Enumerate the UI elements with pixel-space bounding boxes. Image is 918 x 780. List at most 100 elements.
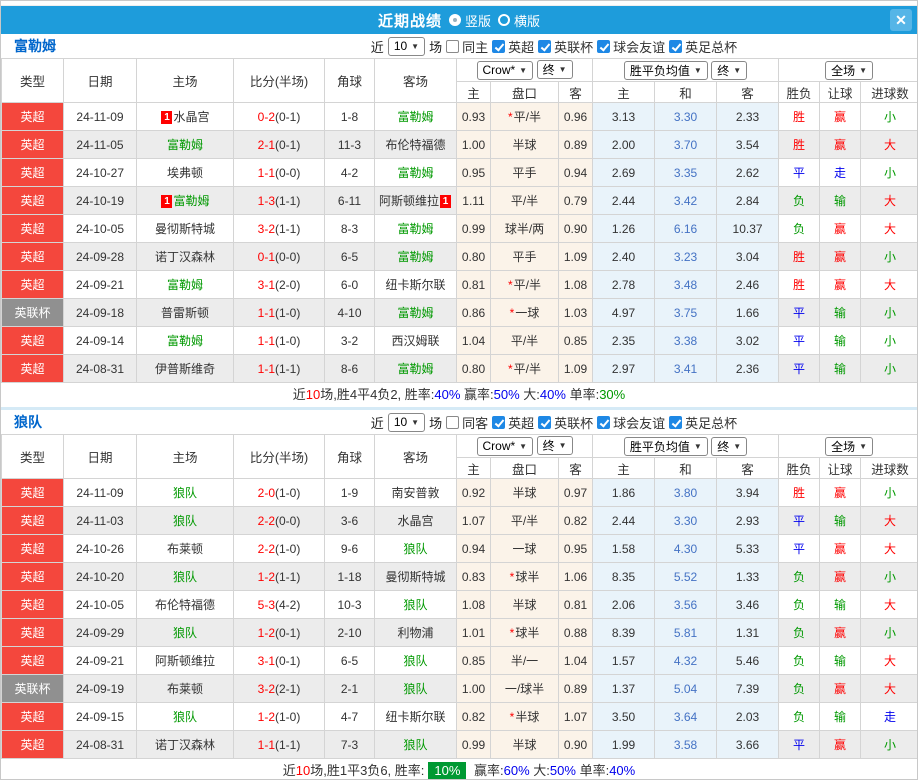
odds-home: 0.95 [456,158,491,187]
star-mark: * [509,570,515,584]
competition-checkbox[interactable]: 英联杯 [538,413,593,432]
corner-count: 8-3 [324,214,375,243]
match-date: 24-10-19 [63,186,137,215]
home-team: 阿斯顿维拉 [136,646,234,675]
match-date: 24-09-28 [63,242,137,271]
odds-handicap: 半/一 [490,646,559,675]
avg-metric-select[interactable]: 胜平负均值 ▼ [623,436,708,456]
odds-stage-select[interactable]: 终 ▼ [536,436,573,456]
home-team: 伊普斯维奇 [136,354,234,383]
avg-draw: 3.75 [654,298,718,327]
fulltime-score: 1-1 [257,361,275,376]
match-date: 24-09-21 [63,270,137,299]
odds-stage-select[interactable]: 终 ▼ [536,60,573,80]
halftime-score: (1-0) [275,305,301,320]
column-header: 胜负 [778,457,821,479]
checkbox-icon [597,39,611,53]
match-type-badge: 英超 [1,534,64,563]
home-team: 曼彻斯特城 [136,214,234,243]
avg-home: 1.26 [592,214,656,243]
layout-radio-horizontal-label: 横版 [514,13,541,29]
odds-away: 1.04 [557,646,594,675]
scope-select[interactable]: 全场 ▼ [825,436,874,456]
corner-count: 9-6 [324,534,375,563]
fulltime-score: 3-2 [257,681,275,696]
result-wdl: 胜 [778,242,821,271]
match-date: 24-09-18 [63,298,137,327]
match-count-select[interactable]: 10 ▼ [387,36,426,56]
away-team: 南安普敦 [374,478,457,507]
layout-radio-vertical[interactable]: 竖版 [448,11,491,30]
competition-checkbox[interactable]: 球会友谊 [597,37,665,56]
result-handicap: 输 [819,186,862,215]
scope-select[interactable]: 全场 ▼ [825,60,874,80]
odds-handicap: *平/半 [490,102,559,131]
star-mark: * [507,362,513,376]
avg-metric-select[interactable]: 胜平负均值 ▼ [623,60,708,80]
match-type-badge: 英超 [1,102,64,131]
avg-group-header: 胜平负均值 ▼ 终 ▼ [592,58,780,82]
avg-home: 2.40 [592,242,656,271]
same-venue-checkbox[interactable]: 同客 [446,413,488,432]
match-row: 英超 24-08-31 诺丁汉森林 1-1(1-1) 7-3 狼队 0.99 半球 0.90 1.… [1,730,917,759]
result-handicap: 赢 [819,534,862,563]
result-wdl: 平 [778,730,821,759]
avg-draw: 3.41 [654,354,718,383]
avg-away: 1.33 [716,562,780,591]
corner-count: 11-3 [324,130,375,159]
result-goals: 小 [860,298,917,327]
result-goals: 大 [860,506,917,535]
avg-stage-select[interactable]: 终 ▼ [711,436,748,456]
chevron-down-icon: ▼ [859,441,868,451]
competition-checkbox[interactable]: 英超 [492,413,534,432]
avg-away: 2.33 [716,102,780,131]
halftime-score: (1-1) [275,569,301,584]
column-header: 比分(半场) [233,58,325,103]
avg-draw: 5.52 [654,562,718,591]
checkbox-label: 英联杯 [554,39,594,55]
result-wdl: 负 [778,618,821,647]
match-row: 英超 24-09-15 狼队 1-2(1-0) 4-7 纽卡斯尔联 0.82 *半球 1.07 3… [1,702,917,731]
corner-count: 6-0 [324,270,375,299]
checkbox-label: 英足总杯 [685,39,738,55]
odds-home: 0.82 [456,702,491,731]
competition-checkbox[interactable]: 英足总杯 [669,37,737,56]
result-wdl: 负 [778,674,821,703]
score: 1-1(0-0) [233,158,325,187]
avg-draw: 3.70 [654,130,718,159]
column-header: 客 [557,457,594,479]
halftime-score: (0-1) [275,137,301,152]
competition-checkbox[interactable]: 英联杯 [538,37,593,56]
competition-checkbox[interactable]: 球会友谊 [597,413,665,432]
result-handicap: 输 [819,646,862,675]
odds-company-select[interactable]: Crow* ▼ [476,436,534,456]
column-header: 角球 [324,434,375,479]
competition-checkbox[interactable]: 英超 [492,37,534,56]
checkbox-label: 英超 [508,39,535,55]
away-team: 狼队 [374,646,457,675]
away-team: 纽卡斯尔联 [374,702,457,731]
odds-away: 1.08 [557,270,594,299]
avg-away: 7.39 [716,674,780,703]
match-count-select[interactable]: 10 ▼ [387,412,426,432]
close-button[interactable]: ✕ [890,9,912,31]
corner-count: 2-1 [324,674,375,703]
odds-home: 0.80 [456,354,491,383]
result-wdl: 平 [778,354,821,383]
star-mark: * [507,278,513,292]
same-venue-checkbox[interactable]: 同主 [446,37,488,56]
halftime-score: (0-0) [275,513,301,528]
away-team: 曼彻斯特城 [374,562,457,591]
match-row: 英超 24-10-05 曼彻斯特城 3-2(1-1) 8-3 富勒姆 0.99 球半/两 0.9… [1,214,917,243]
odds-home: 0.85 [456,646,491,675]
competition-checkbox[interactable]: 英足总杯 [669,413,737,432]
odds-company-select[interactable]: Crow* ▼ [476,60,534,80]
avg-draw: 4.32 [654,646,718,675]
column-header: 胜负 [778,81,821,103]
avg-stage-select[interactable]: 终 ▼ [711,60,748,80]
away-team: 富勒姆 [374,354,457,383]
home-team: 1 水晶宫 [136,102,234,131]
match-type-badge: 英超 [1,242,64,271]
layout-radio-horizontal[interactable]: 横版 [498,11,540,30]
result-goals: 小 [860,618,917,647]
